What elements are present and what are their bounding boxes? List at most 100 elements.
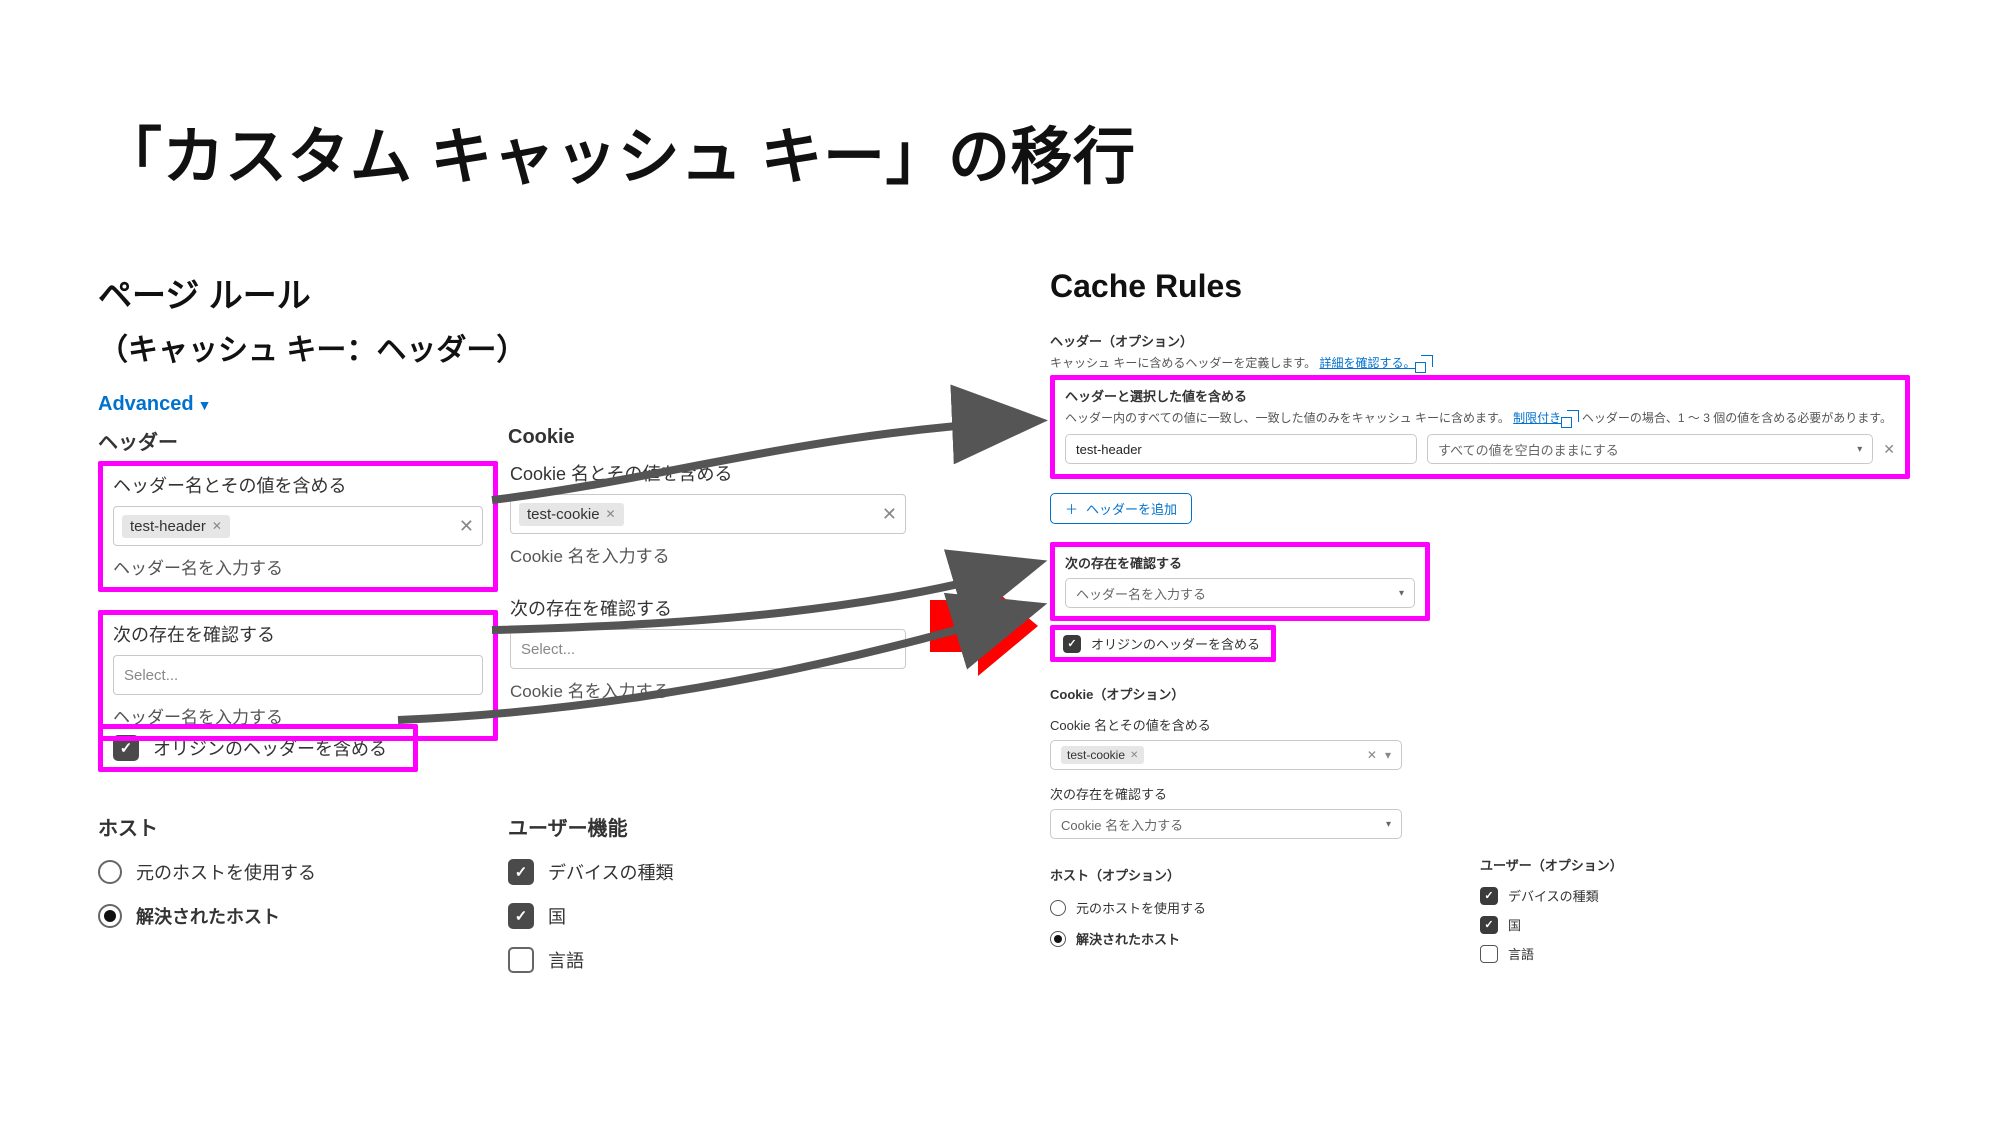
checkbox-icon — [508, 903, 534, 929]
cr-host-title: ホスト（オプション） — [1050, 865, 1450, 884]
cr-host-resolved-radio[interactable]: 解決されたホスト — [1050, 929, 1450, 948]
cr-header-opt-title: ヘッダー（オプション） — [1050, 331, 1910, 350]
clear-input-icon[interactable]: ✕ — [459, 516, 474, 537]
cr-host-use-origin-label: 元のホストを使用する — [1076, 898, 1206, 917]
cr-header-values-select[interactable]: すべての値を空白のままにする ▾ — [1427, 434, 1873, 464]
add-header-button[interactable]: ＋ ヘッダーを追加 — [1050, 493, 1192, 524]
cr-cookie-chip-label: test-cookie — [1067, 748, 1125, 762]
checkbox-icon — [508, 947, 534, 973]
cookie-include-input[interactable]: test-cookie ✕ ✕ — [510, 494, 906, 534]
radio-icon — [98, 860, 122, 884]
header-exists-caption: 次の存在を確認する — [113, 621, 483, 647]
close-icon[interactable]: ✕ — [606, 507, 616, 521]
cr-cookie-include-input[interactable]: test-cookie ✕ ✕ ▾ — [1050, 740, 1402, 770]
cookie-chip[interactable]: test-cookie ✕ — [519, 503, 624, 526]
header-include-highlight: ヘッダー名とその値を含める test-header ✕ ✕ ヘッダー名を入力する — [98, 461, 498, 592]
header-exists-select[interactable]: Select... — [113, 655, 483, 695]
checkbox-icon — [1063, 635, 1081, 653]
cookie-column-title: Cookie — [508, 426, 908, 449]
cr-cookie-exists-select[interactable]: Cookie 名を入力する ▾ — [1050, 809, 1402, 839]
chevron-down-icon: ▾ — [1385, 748, 1391, 762]
user-device-checkbox[interactable]: デバイスの種類 — [508, 859, 908, 885]
cr-include-limited-label: 制限付き — [1513, 411, 1561, 425]
user-device-label: デバイスの種類 — [548, 859, 673, 885]
cr-include-limited-link[interactable]: 制限付き — [1513, 411, 1561, 425]
cr-cookie-opt-title: Cookie（オプション） — [1050, 684, 1910, 703]
user-country-label: 国 — [548, 903, 566, 929]
cookie-exists-select[interactable]: Select... — [510, 629, 906, 669]
cr-user-device-checkbox[interactable]: デバイスの種類 — [1480, 886, 1740, 905]
user-language-checkbox[interactable]: 言語 — [508, 947, 908, 973]
page-rules-subheading: （キャッシュ キー：ヘッダー） — [98, 325, 998, 369]
page-rules-panel: ページ ルール （キャッシュ キー：ヘッダー） Advanced▼ ヘッダー ヘ… — [98, 268, 998, 982]
advanced-link[interactable]: Advanced▼ — [98, 393, 211, 415]
checkbox-icon — [1480, 887, 1498, 905]
header-exists-help: ヘッダー名を入力する — [113, 703, 483, 728]
header-column-title: ヘッダー — [98, 426, 498, 455]
cr-header-opt-link[interactable]: 詳細を確認する。 — [1319, 356, 1415, 370]
host-use-origin-label: 元のホストを使用する — [136, 859, 316, 885]
host-use-origin-radio[interactable]: 元のホストを使用する — [98, 859, 498, 885]
user-features-title: ユーザー機能 — [508, 812, 908, 841]
cr-user-language-label: 言語 — [1508, 944, 1534, 963]
add-header-button-label: ヘッダーを追加 — [1086, 499, 1177, 518]
checkbox-icon — [508, 859, 534, 885]
host-section-title: ホスト — [98, 812, 498, 841]
header-include-input[interactable]: test-header ✕ ✕ — [113, 506, 483, 546]
migration-arrow-icon — [930, 576, 1040, 676]
external-link-icon — [1567, 410, 1579, 422]
cache-rules-heading: Cache Rules — [1050, 268, 1910, 305]
cr-header-opt-desc-a: キャッシュ キーに含めるヘッダーを定義します。 — [1050, 356, 1316, 370]
cr-header-row-remove-icon[interactable]: ✕ — [1883, 441, 1895, 458]
cookie-exists-placeholder: Select... — [521, 641, 575, 658]
close-icon[interactable]: ✕ — [212, 519, 222, 533]
cr-include-desc-a: ヘッダー内のすべての値に一致し、一致した値のみをキャッシュ キーに含めます。 — [1065, 411, 1510, 425]
cr-cookie-chip[interactable]: test-cookie ✕ — [1061, 746, 1144, 764]
cr-host-resolved-label: 解決されたホスト — [1076, 929, 1180, 948]
chevron-down-icon: ▾ — [1386, 819, 1391, 830]
advanced-link-label: Advanced — [98, 393, 194, 415]
header-chip-label: test-header — [130, 518, 206, 535]
cr-header-opt-desc: キャッシュ キーに含めるヘッダーを定義します。 詳細を確認する。 — [1050, 354, 1910, 371]
header-include-caption: ヘッダー名とその値を含める — [113, 472, 483, 498]
checkbox-icon — [1480, 945, 1498, 963]
cr-header-name-input[interactable]: test-header — [1065, 434, 1417, 464]
cookie-chip-label: test-cookie — [527, 506, 600, 523]
cr-include-desc: ヘッダー内のすべての値に一致し、一致した値のみをキャッシュ キーに含めます。 制… — [1065, 409, 1895, 426]
cr-exists-select[interactable]: ヘッダー名を入力する ▾ — [1065, 578, 1415, 608]
cookie-include-caption: Cookie 名とその値を含める — [510, 460, 906, 486]
plus-icon: ＋ — [1065, 499, 1078, 518]
cr-cookie-exists-caption: 次の存在を確認する — [1050, 784, 1910, 803]
cr-host-use-origin-radio[interactable]: 元のホストを使用する — [1050, 898, 1450, 917]
cr-cookie-exists-placeholder: Cookie 名を入力する — [1061, 815, 1183, 834]
clear-input-icon[interactable]: ✕ — [882, 504, 897, 525]
user-country-checkbox[interactable]: 国 — [508, 903, 908, 929]
cookie-exists-help: Cookie 名を入力する — [510, 677, 906, 702]
cr-user-country-checkbox[interactable]: 国 — [1480, 915, 1740, 934]
cr-exists-placeholder: ヘッダー名を入力する — [1076, 584, 1206, 603]
header-include-help: ヘッダー名を入力する — [113, 554, 483, 579]
radio-icon — [1050, 900, 1066, 916]
radio-icon — [1050, 931, 1066, 947]
clear-input-icon[interactable]: ✕ — [1367, 748, 1377, 762]
header-exists-highlight: 次の存在を確認する Select... ヘッダー名を入力する — [98, 610, 498, 741]
cr-header-name-value: test-header — [1076, 442, 1142, 457]
host-resolved-radio[interactable]: 解決されたホスト — [98, 903, 498, 929]
chevron-down-icon: ▼ — [198, 397, 212, 413]
header-exists-placeholder: Select... — [124, 667, 178, 684]
host-resolved-label: 解決されたホスト — [136, 903, 280, 929]
cr-origin-header-checkbox[interactable]: オリジンのヘッダーを含める — [1063, 634, 1263, 653]
header-chip[interactable]: test-header ✕ — [122, 515, 230, 538]
cr-origin-highlight: オリジンのヘッダーを含める — [1050, 625, 1276, 662]
radio-icon — [98, 904, 122, 928]
cookie-exists-caption: 次の存在を確認する — [510, 595, 906, 621]
chevron-down-icon: ▾ — [1399, 588, 1404, 599]
cr-user-device-label: デバイスの種類 — [1508, 886, 1599, 905]
chevron-down-icon: ▾ — [1857, 444, 1862, 455]
user-language-label: 言語 — [548, 947, 584, 973]
close-icon[interactable]: ✕ — [1130, 750, 1138, 761]
cookie-include-help: Cookie 名を入力する — [510, 542, 906, 567]
slide-title: 「カスタム キャッシュ キー」の移行 — [100, 106, 1135, 196]
cr-user-language-checkbox[interactable]: 言語 — [1480, 944, 1740, 963]
cache-rules-panel: Cache Rules ヘッダー（オプション） キャッシュ キーに含めるヘッダー… — [1050, 268, 1910, 965]
